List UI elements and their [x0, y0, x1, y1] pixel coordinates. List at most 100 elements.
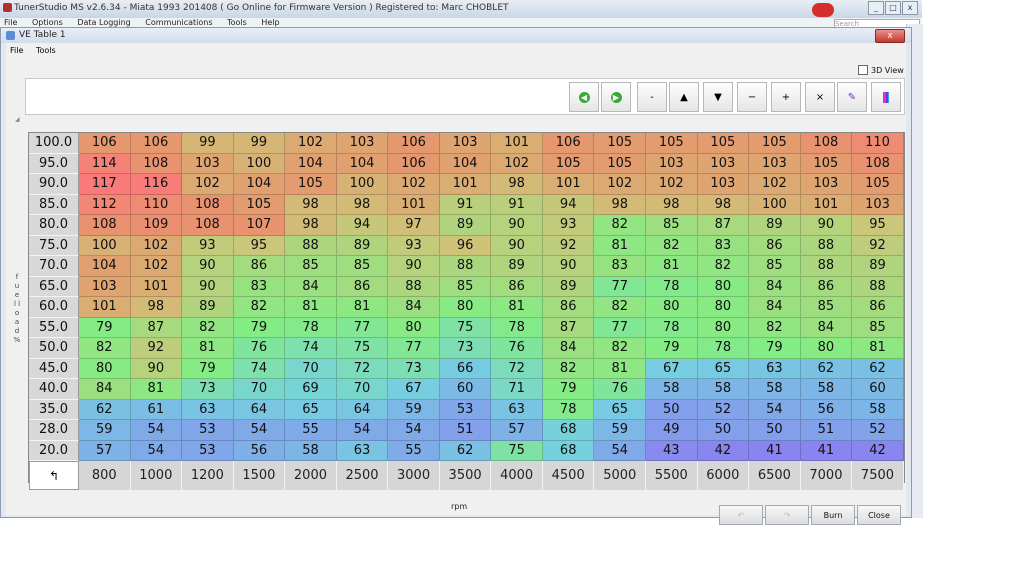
- table-cell[interactable]: 106: [79, 133, 131, 154]
- table-cell[interactable]: 86: [336, 276, 389, 297]
- table-cell[interactable]: 104: [439, 153, 492, 174]
- table-cell[interactable]: 102: [749, 174, 801, 195]
- table-cell[interactable]: 58: [697, 379, 750, 400]
- y-axis-tick[interactable]: 85.0: [29, 194, 79, 215]
- table-cell[interactable]: 90: [182, 276, 234, 297]
- dialog-menu-tools[interactable]: Tools: [36, 46, 56, 55]
- table-cell[interactable]: 102: [285, 133, 337, 154]
- x-axis-tick[interactable]: 5500: [646, 461, 698, 490]
- table-cell[interactable]: 105: [749, 133, 801, 154]
- table-cell[interactable]: 88: [388, 276, 440, 297]
- table-cell[interactable]: 98: [285, 194, 337, 215]
- decrement-button[interactable]: -: [637, 82, 667, 112]
- table-cell[interactable]: 84: [749, 297, 801, 318]
- table-cell[interactable]: 73: [182, 379, 234, 400]
- table-cell[interactable]: 73: [439, 338, 492, 359]
- increase-button[interactable]: ▲: [669, 82, 699, 112]
- view3d-checkbox[interactable]: [858, 65, 868, 75]
- table-cell[interactable]: 91: [439, 194, 492, 215]
- table-cell[interactable]: 73: [388, 358, 440, 379]
- table-cell[interactable]: 83: [594, 256, 647, 277]
- table-cell[interactable]: 84: [285, 276, 337, 297]
- multiply-button[interactable]: ×: [805, 82, 835, 112]
- table-cell[interactable]: 106: [388, 153, 440, 174]
- table-cell[interactable]: 77: [336, 317, 389, 338]
- table-cell[interactable]: 105: [800, 153, 853, 174]
- table-cell[interactable]: 82: [182, 317, 234, 338]
- table-cell[interactable]: 103: [800, 174, 853, 195]
- table-cell[interactable]: 93: [542, 215, 595, 236]
- table-cell[interactable]: 101: [130, 276, 183, 297]
- table-cell[interactable]: 59: [79, 420, 131, 441]
- table-cell[interactable]: 114: [79, 153, 131, 174]
- table-cell[interactable]: 102: [388, 174, 440, 195]
- y-axis-tick[interactable]: 55.0: [29, 317, 79, 338]
- table-cell[interactable]: 70: [285, 358, 337, 379]
- table-cell[interactable]: 85: [439, 276, 492, 297]
- table-cell[interactable]: 85: [852, 317, 904, 338]
- table-cell[interactable]: 70: [233, 379, 286, 400]
- table-cell[interactable]: 100: [79, 235, 131, 256]
- table-cell[interactable]: 54: [388, 420, 440, 441]
- table-cell[interactable]: 76: [491, 338, 543, 359]
- table-cell[interactable]: 53: [182, 420, 234, 441]
- table-cell[interactable]: 54: [130, 440, 183, 461]
- table-cell[interactable]: 77: [594, 317, 647, 338]
- table-cell[interactable]: 98: [130, 297, 183, 318]
- table-cell[interactable]: 52: [697, 399, 750, 420]
- table-cell[interactable]: 85: [800, 297, 853, 318]
- table-cell[interactable]: 90: [182, 256, 234, 277]
- table-cell[interactable]: 70: [336, 379, 389, 400]
- y-axis-tick[interactable]: 100.0: [29, 133, 79, 154]
- table-cell[interactable]: 75: [491, 440, 543, 461]
- table-cell[interactable]: 60: [852, 379, 904, 400]
- table-cell[interactable]: 62: [79, 399, 131, 420]
- table-cell[interactable]: 63: [749, 358, 801, 379]
- table-cell[interactable]: 100: [336, 174, 389, 195]
- table-cell[interactable]: 84: [800, 317, 853, 338]
- table-cell[interactable]: 63: [336, 440, 389, 461]
- table-cell[interactable]: 103: [646, 153, 698, 174]
- x-axis-tick[interactable]: 2000: [285, 461, 337, 490]
- x-axis-tick[interactable]: 4000: [491, 461, 543, 490]
- table-cell[interactable]: 76: [594, 379, 647, 400]
- table-cell[interactable]: 58: [646, 379, 698, 400]
- table-cell[interactable]: 90: [491, 215, 543, 236]
- menu-help[interactable]: Help: [261, 18, 279, 27]
- table-cell[interactable]: 88: [439, 256, 492, 277]
- table-cell[interactable]: 79: [79, 317, 131, 338]
- table-cell[interactable]: 82: [594, 297, 647, 318]
- table-cell[interactable]: 105: [594, 153, 647, 174]
- table-cell[interactable]: 66: [439, 358, 492, 379]
- table-cell[interactable]: 108: [130, 153, 183, 174]
- table-cell[interactable]: 78: [491, 317, 543, 338]
- table-cell[interactable]: 81: [285, 297, 337, 318]
- table-cell[interactable]: 81: [594, 235, 647, 256]
- pencil-button[interactable]: ✎: [837, 82, 867, 112]
- y-axis-tick[interactable]: 90.0: [29, 174, 79, 195]
- menu-options[interactable]: Options: [32, 18, 63, 27]
- dialog-menu-file[interactable]: File: [10, 46, 23, 55]
- x-axis-tick[interactable]: 6500: [749, 461, 801, 490]
- table-cell[interactable]: 64: [233, 399, 286, 420]
- table-cell[interactable]: 82: [594, 215, 647, 236]
- table-cell[interactable]: 103: [697, 174, 750, 195]
- table-cell[interactable]: 60: [439, 379, 492, 400]
- table-cell[interactable]: 75: [439, 317, 492, 338]
- table-cell[interactable]: 67: [646, 358, 698, 379]
- table-cell[interactable]: 77: [594, 276, 647, 297]
- menu-communications[interactable]: Communications: [145, 18, 212, 27]
- table-cell[interactable]: 101: [388, 194, 440, 215]
- table-cell[interactable]: 104: [233, 174, 286, 195]
- table-cell[interactable]: 84: [79, 379, 131, 400]
- minimize-icon[interactable]: _: [868, 1, 884, 15]
- x-axis-tick[interactable]: 3500: [439, 461, 492, 490]
- y-axis-tick[interactable]: 45.0: [29, 358, 79, 379]
- table-cell[interactable]: 78: [646, 276, 698, 297]
- y-axis-tick[interactable]: 28.0: [29, 420, 79, 441]
- table-cell[interactable]: 58: [285, 440, 337, 461]
- table-cell[interactable]: 85: [336, 256, 389, 277]
- table-cell[interactable]: 104: [336, 153, 389, 174]
- table-cell[interactable]: 62: [439, 440, 492, 461]
- table-cell[interactable]: 96: [439, 235, 492, 256]
